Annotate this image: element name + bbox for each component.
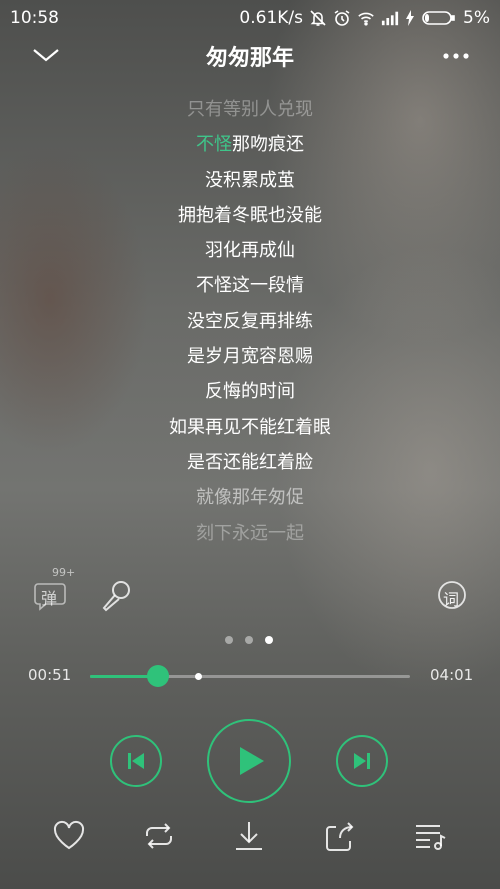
lyric-line: 没积累成茧 — [205, 169, 295, 191]
lyric-line: 羽化再成仙 — [205, 240, 295, 262]
share-icon[interactable] — [322, 818, 358, 854]
danmaku-label: 弹 — [41, 589, 58, 608]
lyric-line: 反悔的时间 — [205, 381, 295, 403]
buffer-marker — [194, 673, 202, 680]
more-icon[interactable] — [440, 40, 472, 72]
page-indicator — [225, 636, 273, 644]
lyric-line: 就像那年匆促 — [196, 487, 304, 509]
alarm-icon — [333, 9, 351, 27]
next-icon — [354, 753, 370, 769]
current-time: 00:51 — [28, 666, 72, 684]
lyrics-panel[interactable]: 只有等别人兑现 不怪那吻痕还 没积累成茧 拥抱着冬眠也没能 羽化再成仙 不怪这一… — [0, 92, 500, 551]
lyric-rest: 那吻痕还 — [232, 134, 304, 156]
lyric-label: 词 — [443, 590, 460, 609]
battery-percent: 5% — [463, 8, 490, 28]
previous-icon — [128, 753, 144, 769]
danmaku-button[interactable]: 99+ 弹 — [34, 566, 75, 612]
status-bar: 10:58 0.61K/s 5% — [0, 0, 500, 36]
status-time: 10:58 — [10, 8, 59, 28]
previous-button[interactable] — [110, 735, 162, 787]
lyric-line: 只有等别人兑现 — [187, 99, 313, 120]
lyric-line: 刻下永远一起 — [196, 522, 304, 544]
song-title: 匆匆那年 — [205, 46, 294, 71]
lyric-line: 是否还能红着脸 — [187, 451, 313, 473]
danmaku-badge: 99+ — [52, 566, 76, 579]
player-header: 匆匆那年 — [0, 36, 500, 76]
wifi-icon — [357, 9, 375, 27]
lyric-line: 如果再见不能红着眼 — [169, 416, 331, 438]
progress-bar[interactable] — [90, 665, 410, 687]
network-speed: 0.61K/s — [239, 8, 304, 28]
next-button[interactable] — [336, 735, 388, 787]
download-icon[interactable] — [231, 818, 267, 854]
status-right: 0.61K/s 5% — [239, 8, 490, 28]
lyric-line: 不怪这一段情 — [196, 275, 304, 297]
battery-icon — [421, 9, 457, 27]
play-button[interactable] — [207, 719, 291, 803]
page-dot-active — [265, 636, 273, 644]
heart-icon[interactable] — [51, 818, 87, 854]
page-dot — [225, 636, 233, 644]
bottom-action-bar — [0, 818, 500, 864]
mute-icon — [309, 9, 327, 27]
progress-thumb[interactable] — [146, 665, 169, 687]
total-time: 04:01 — [430, 666, 474, 684]
microphone-icon[interactable] — [98, 578, 134, 614]
lyric-line: 是岁月宽容恩赐 — [187, 346, 313, 368]
lyric-highlight: 不怪 — [196, 134, 232, 156]
page-dot — [245, 636, 253, 644]
charging-icon — [405, 9, 415, 27]
lyric-button[interactable]: 词 — [435, 578, 471, 614]
lyric-line-current: 不怪那吻痕还 — [0, 127, 500, 162]
lyric-line: 没空反复再排练 — [187, 310, 313, 332]
repeat-icon[interactable] — [141, 818, 177, 854]
signal-icon — [381, 9, 399, 27]
lyric-line: 拥抱着冬眠也没能 — [178, 204, 322, 226]
playlist-icon[interactable] — [412, 818, 448, 854]
play-icon — [240, 747, 264, 775]
